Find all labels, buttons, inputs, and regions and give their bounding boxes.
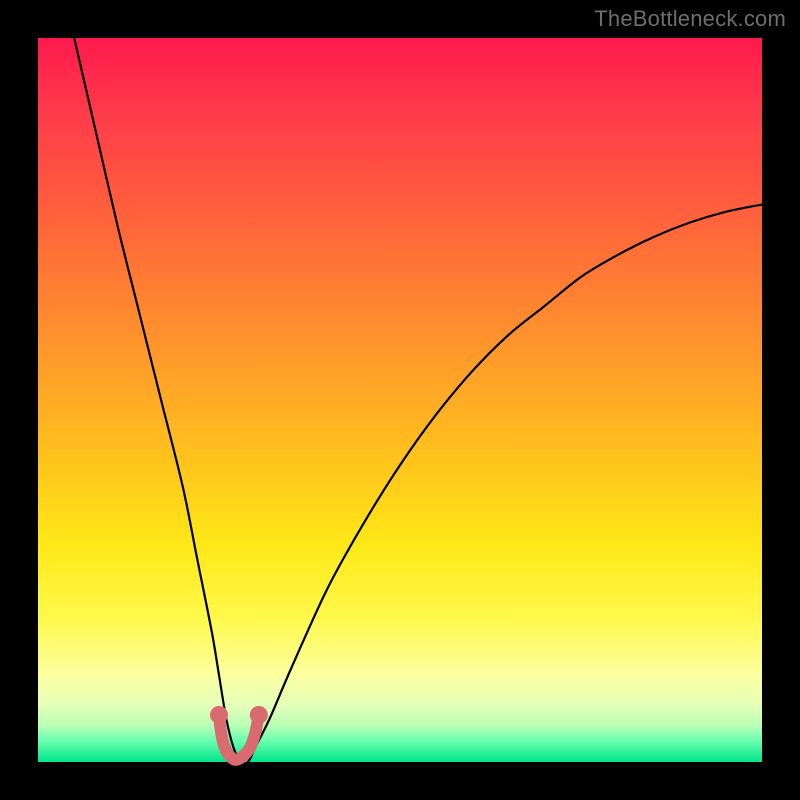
chart-plot-area bbox=[38, 38, 762, 762]
highlight-segment bbox=[219, 715, 259, 760]
watermark-text: TheBottleneck.com bbox=[594, 6, 786, 32]
bottleneck-curve bbox=[74, 38, 762, 764]
chart-frame: TheBottleneck.com bbox=[0, 0, 800, 800]
curve-layer bbox=[38, 38, 762, 762]
highlight-dot-end bbox=[250, 706, 268, 724]
highlight-dot-start bbox=[210, 706, 228, 724]
